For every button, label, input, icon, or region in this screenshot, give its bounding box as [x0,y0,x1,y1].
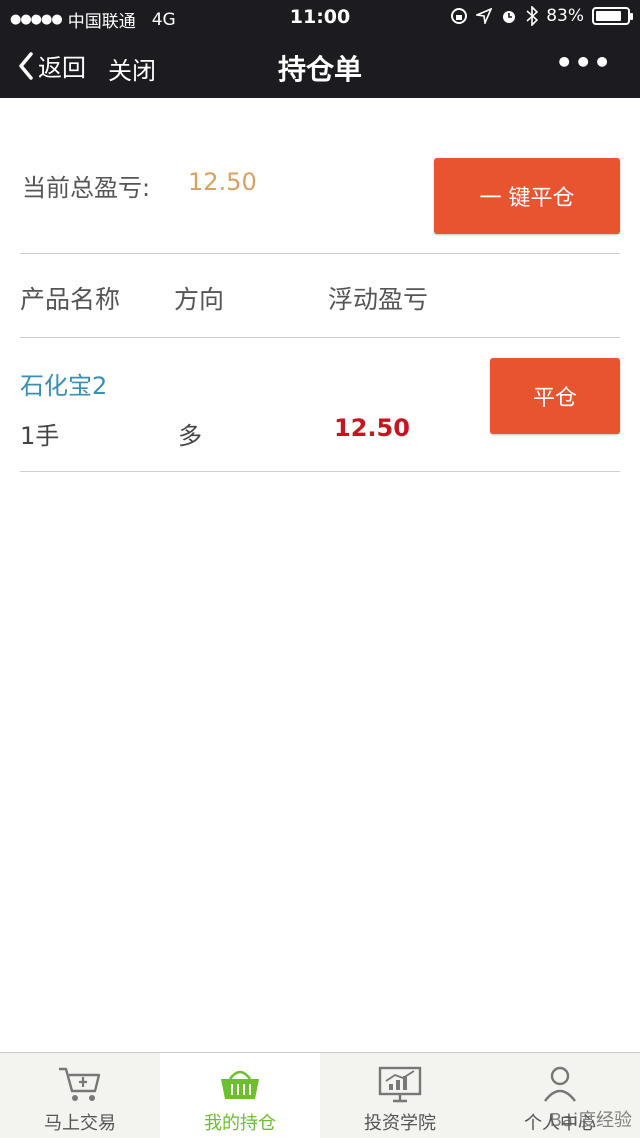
tab-label: 我的持仓 [204,1113,276,1134]
tab-label: 投资学院 [364,1113,436,1134]
tab-trade-now[interactable]: 马上交易 [0,1053,160,1138]
tab-label: 马上交易 [44,1113,116,1134]
total-pnl-label: 当前总盈亏: [22,174,151,202]
divider [20,337,620,338]
rotation-lock-icon [451,8,468,24]
divider [20,471,620,472]
tab-icon-wrap [480,1065,640,1105]
close-all-button[interactable]: 一 键平仓 [434,158,620,234]
total-pnl-value: 12.50 [188,168,257,196]
bluetooth-icon [526,6,539,26]
tab-icon-wrap [160,1065,320,1105]
header-direction: 方向 [174,285,225,314]
alarm-icon [503,11,516,23]
monitor-chart-icon [378,1066,422,1103]
bottom-tab-bar: 马上交易 我的持仓 投资学院 个人中心 [0,1052,640,1138]
position-direction: 多 [178,422,202,450]
divider [20,253,620,254]
status-right: 83% [450,6,633,26]
location-icon [476,8,493,24]
tab-icon-wrap [0,1065,160,1105]
header-product-name: 产品名称 [20,285,121,314]
header-floating-pnl: 浮动盈亏 [328,285,429,314]
tab-icon-wrap [320,1065,480,1105]
more-menu-button[interactable]: ••• [555,46,612,79]
tab-investment-academy[interactable]: 投资学院 [320,1053,480,1138]
table-row: 石化宝2 1手 多 12.50 平仓 [20,358,620,458]
status-bar: ●●●●● 中国联通 4G 11:00 83% [0,0,640,34]
watermark: Bai度经验 [549,1110,632,1131]
cart-icon [59,1067,101,1101]
tab-my-positions[interactable]: 我的持仓 [160,1053,320,1138]
close-position-button[interactable]: 平仓 [490,358,620,434]
battery-fill [596,11,621,21]
table-header: 产品名称 方向 浮动盈亏 [20,280,620,316]
position-quantity: 1手 [20,422,60,450]
summary-section: 当前总盈亏: 12.50 一 键平仓 [20,158,620,236]
person-icon [544,1066,576,1102]
battery-icon [592,7,633,25]
basket-icon [221,1070,259,1099]
top-bar: ●●●●● 中国联通 4G 11:00 83% 返回 关闭 持仓单 ••• [0,0,640,98]
page-title: 持仓单 [277,53,362,86]
product-name[interactable]: 石化宝2 [20,366,107,401]
battery-percent: 83% [546,6,584,26]
floating-pnl-value: 12.50 [334,414,410,442]
nav-bar: 返回 关闭 持仓单 ••• [0,34,640,98]
